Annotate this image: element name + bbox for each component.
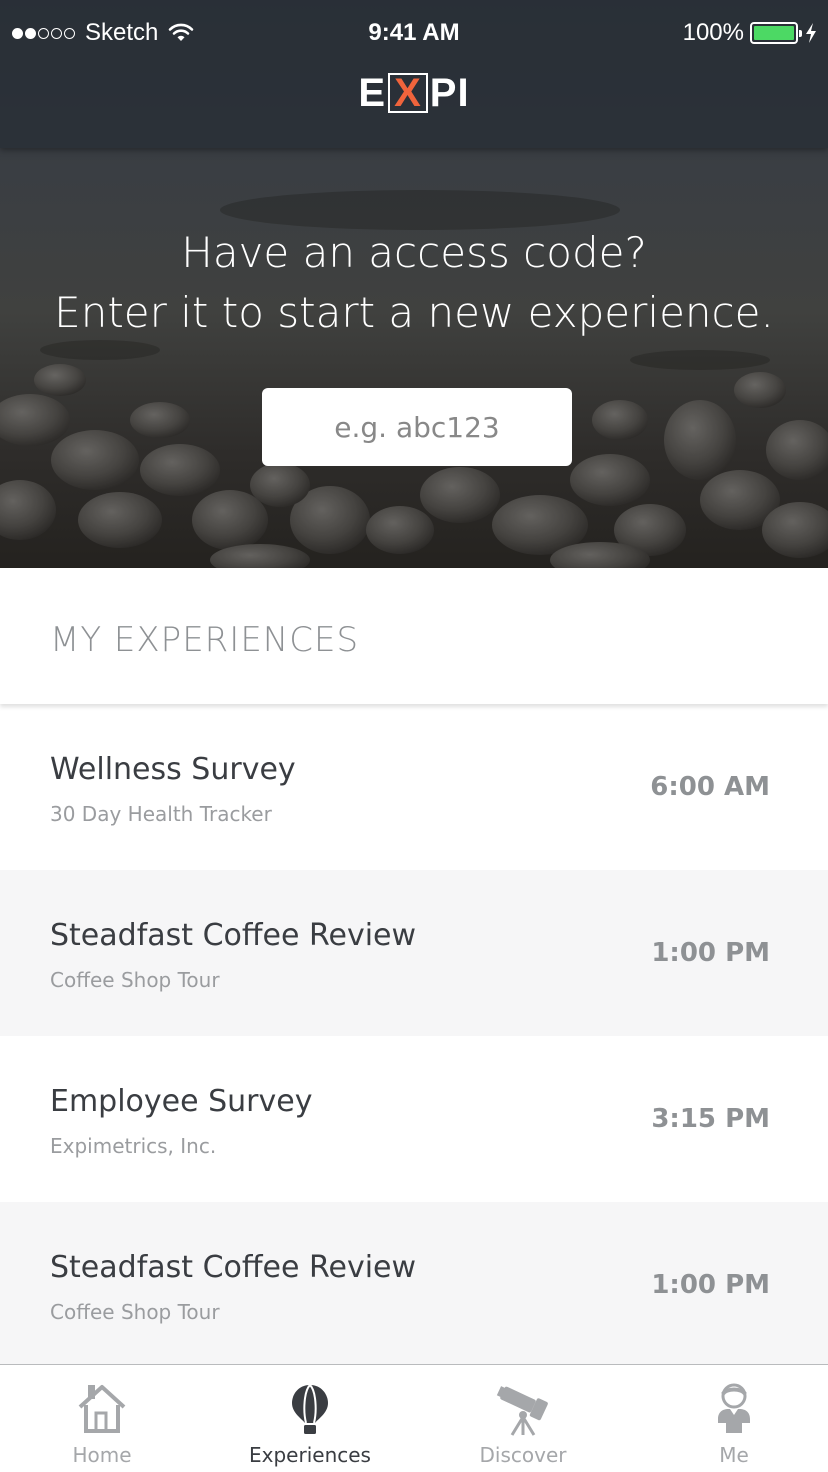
tab-me-label: Me: [719, 1443, 749, 1467]
section-header: MY EXPERIENCES: [0, 568, 828, 704]
section-title: MY EXPERIENCES: [50, 620, 360, 660]
hero-subheading: Enter it to start a new experience.: [54, 288, 774, 337]
logo-left: E: [358, 71, 387, 115]
person-icon: [718, 1383, 750, 1433]
experience-time: 1:00 PM: [651, 1270, 770, 1300]
battery-status: 100%: [683, 19, 818, 47]
expi-logo: E X PI: [0, 73, 828, 118]
hot-air-balloon-icon: [292, 1384, 328, 1434]
experience-subtitle: Expimetrics, Inc.: [50, 1134, 217, 1158]
tab-experiences-label: Experiences: [249, 1443, 371, 1467]
experiences-list: Wellness Survey 30 Day Health Tracker 6:…: [0, 704, 828, 1364]
experience-subtitle: 30 Day Health Tracker: [50, 802, 272, 826]
experience-row[interactable]: Steadfast Coffee Review Coffee Shop Tour…: [0, 1202, 828, 1364]
experience-title: Wellness Survey: [50, 752, 296, 787]
battery-percentage: 100%: [682, 19, 744, 46]
experience-subtitle: Coffee Shop Tour: [50, 1300, 220, 1324]
experience-row[interactable]: Wellness Survey 30 Day Health Tracker 6:…: [0, 704, 828, 870]
navigation-header: Sketch 9:41 AM 100% E X PI: [0, 0, 828, 148]
charging-bolt-icon: [806, 23, 816, 43]
battery-icon: [750, 22, 802, 44]
experience-time: 1:00 PM: [651, 938, 770, 968]
hero-banner: Sketch 9:41 AM 100% E X PI Have an access …: [0, 0, 828, 568]
experience-title: Steadfast Coffee Review: [50, 1250, 417, 1285]
experience-row[interactable]: Employee Survey Expimetrics, Inc. 3:15 P…: [0, 1036, 828, 1202]
tab-home[interactable]: Home: [40, 1365, 164, 1472]
hero-heading: Have an access code?: [181, 228, 647, 277]
experience-title: Employee Survey: [50, 1084, 313, 1119]
experience-time: 6:00 AM: [650, 772, 770, 802]
experience-title: Steadfast Coffee Review: [50, 918, 417, 953]
tab-discover[interactable]: Discover: [456, 1365, 590, 1472]
logo-mid: X: [388, 73, 428, 113]
tab-experiences[interactable]: Experiences: [240, 1365, 380, 1472]
tab-bar: Home Experiences Discover Me: [0, 1364, 828, 1472]
telescope-icon: [496, 1386, 548, 1436]
experience-row[interactable]: Steadfast Coffee Review Coffee Shop Tour…: [0, 870, 828, 1036]
logo-right: PI: [429, 71, 470, 115]
house-icon: [78, 1385, 126, 1433]
tab-home-label: Home: [72, 1443, 132, 1467]
tab-discover-label: Discover: [479, 1443, 567, 1467]
experience-subtitle: Coffee Shop Tour: [50, 968, 220, 992]
access-code-input[interactable]: [262, 388, 572, 466]
experience-time: 3:15 PM: [651, 1104, 770, 1134]
tab-me[interactable]: Me: [684, 1365, 784, 1472]
status-bar: Sketch 9:41 AM 100%: [0, 0, 828, 66]
